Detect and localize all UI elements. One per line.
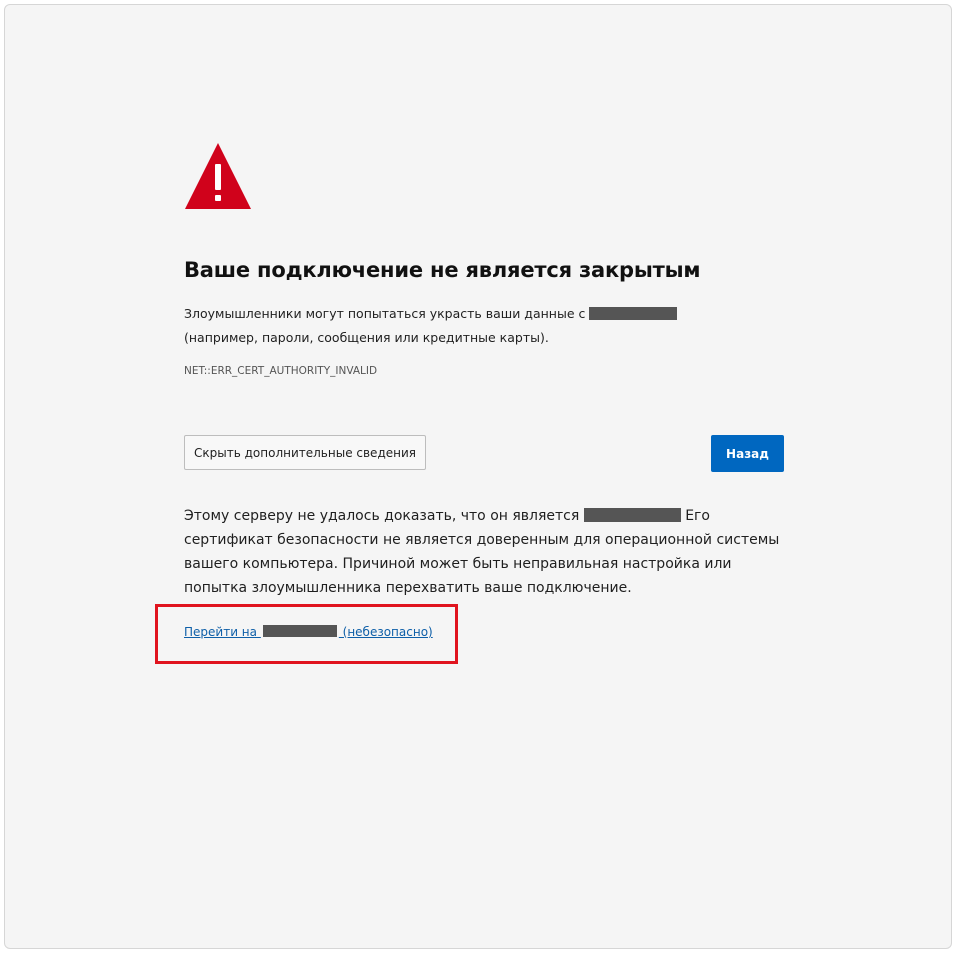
error-code: NET::ERR_CERT_AUTHORITY_INVALID: [184, 365, 378, 377]
warning-description: Злоумышленники могут попытаться украсть …: [184, 302, 744, 350]
proceed-link-prefix: Перейти на: [184, 625, 261, 639]
warning-icon: [185, 143, 251, 209]
description-text-start: Злоумышленники могут попытаться украсть …: [184, 306, 590, 321]
redacted-domain: [589, 307, 678, 320]
back-button[interactable]: Назад: [711, 435, 784, 472]
redacted-domain: [262, 625, 337, 637]
explanation-text-start: Этому серверу не удалось доказать, что о…: [184, 508, 584, 524]
page-title: Ваше подключение не является закрытым: [184, 258, 701, 282]
proceed-unsafe-link[interactable]: Перейти на (небезопасно): [184, 625, 433, 639]
redacted-domain: [583, 508, 681, 522]
hide-details-button[interactable]: Скрыть дополнительные сведения: [184, 435, 426, 470]
description-text-end: (например, пароли, сообщения или кредитн…: [184, 330, 549, 345]
browser-viewport: Ваше подключение не является закрытым Зл…: [4, 4, 952, 949]
proceed-link-suffix: (небезопасно): [338, 625, 433, 639]
details-explanation: Этому серверу не удалось доказать, что о…: [184, 504, 784, 600]
